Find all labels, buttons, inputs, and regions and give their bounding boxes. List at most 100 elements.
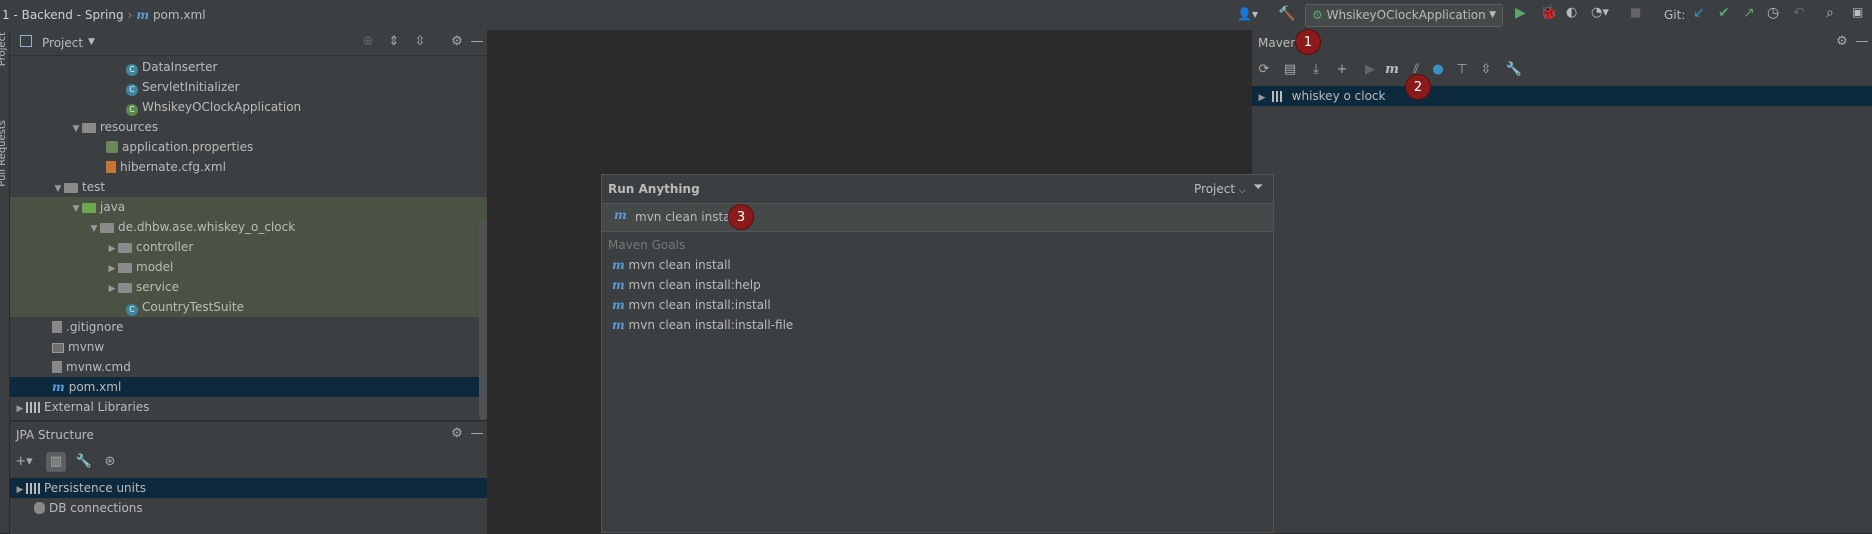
- maven-icon: m: [52, 380, 65, 394]
- tree-item[interactable]: C DataInserter: [10, 57, 487, 77]
- download-icon[interactable]: ⤓: [1306, 60, 1326, 80]
- git-update-icon[interactable]: ↙: [1693, 5, 1705, 21]
- coverage-icon[interactable]: ◐: [1566, 5, 1577, 20]
- breadcrumb-file[interactable]: pom.xml: [153, 8, 206, 22]
- chevron-down-icon: ▼: [1489, 10, 1496, 20]
- chevron-right-icon[interactable]: ▶: [106, 259, 118, 279]
- chevron-down-icon[interactable]: ▼: [52, 179, 64, 199]
- goal-item[interactable]: m mvn clean install: [612, 255, 731, 275]
- spring-config-icon: ⚙: [1312, 8, 1323, 22]
- add-icon[interactable]: +▾: [14, 452, 34, 472]
- add-icon[interactable]: +: [1332, 60, 1352, 80]
- tree-item[interactable]: ▶ controller: [10, 237, 487, 257]
- tree-item[interactable]: ▼ de.dhbw.ase.whiskey_o_clock: [10, 217, 487, 237]
- goal-item[interactable]: m mvn clean install:help: [612, 275, 761, 295]
- gear-icon[interactable]: ⚙: [447, 32, 467, 52]
- maven-goals-section: Maven Goals: [608, 238, 686, 252]
- locate-file-icon[interactable]: ⊕: [358, 32, 378, 52]
- tree-item[interactable]: ▼ resources: [10, 117, 487, 137]
- git-push-icon[interactable]: ↗: [1743, 5, 1755, 21]
- db-connections-item[interactable]: DB connections: [10, 498, 487, 518]
- class-icon: C: [126, 304, 138, 316]
- project-panel-title[interactable]: Project: [42, 36, 83, 50]
- rollback-icon[interactable]: ↶: [1793, 5, 1805, 21]
- chevron-down-icon[interactable]: ▼: [70, 199, 82, 219]
- run-icon[interactable]: ▶: [1360, 60, 1380, 80]
- chevron-down-icon[interactable]: ▼: [88, 219, 100, 239]
- tree-item[interactable]: hibernate.cfg.xml: [10, 157, 487, 177]
- reload-icon[interactable]: ⟳: [1254, 60, 1274, 80]
- filter-icon[interactable]: ⏷: [1253, 180, 1263, 195]
- tree-item[interactable]: ▼ test: [10, 177, 487, 197]
- chevron-down-icon: ⌵: [1238, 186, 1246, 196]
- tree-item[interactable]: mvnw: [10, 337, 487, 357]
- spring-leaf-icon: [106, 141, 118, 153]
- class-icon: C: [126, 84, 138, 96]
- tree-item[interactable]: C WhsikeyOClockApplication: [10, 97, 487, 117]
- tree-item-selected[interactable]: m pom.xml: [10, 377, 487, 397]
- libraries-view-icon[interactable]: ▥: [46, 452, 66, 472]
- run-icon[interactable]: ▶: [1515, 5, 1526, 21]
- debug-icon[interactable]: 🐞: [1540, 5, 1557, 21]
- xml-file-icon: [106, 161, 116, 173]
- goal-item[interactable]: m mvn clean install:install-file: [612, 315, 793, 335]
- package-icon: [118, 263, 132, 273]
- build-hammer-icon[interactable]: 🔨: [1278, 6, 1295, 22]
- tree-item[interactable]: ▶ service: [10, 277, 487, 297]
- profiler-icon[interactable]: ◔▾: [1591, 5, 1609, 20]
- chevron-right-icon[interactable]: ▶: [106, 239, 118, 259]
- project-panel: Project ▼ ⊕ ⇕ ⇳ ⚙ — C DataInserter C Servl…: [10, 30, 487, 420]
- tree-item[interactable]: mvnw.cmd: [10, 357, 487, 377]
- chevron-right-icon[interactable]: ▶: [1256, 88, 1268, 108]
- annotation-badge-1: 1: [1295, 29, 1321, 55]
- wrench-icon[interactable]: 🔧: [1504, 60, 1524, 80]
- run-configuration-select[interactable]: ⚙ WhsikeyOClockApplication ▼: [1305, 4, 1503, 27]
- jpa-panel-title: JPA Structure: [16, 428, 94, 442]
- user-icon[interactable]: 👤▾: [1237, 7, 1258, 21]
- tree-item[interactable]: application.properties: [10, 137, 487, 157]
- project-panel-header: Project ▼ ⊕ ⇕ ⇳ ⚙ —: [10, 30, 487, 56]
- hide-panel-icon[interactable]: —: [1852, 32, 1872, 52]
- pull-requests-tool-tab[interactable]: Pull Requests: [0, 120, 8, 187]
- chevron-down-icon[interactable]: ▼: [88, 37, 95, 47]
- run-anything-search[interactable]: m mvn clean install: [602, 203, 1273, 232]
- collapse-all-icon[interactable]: ⇳: [410, 32, 430, 52]
- hide-panel-icon[interactable]: —: [467, 424, 487, 444]
- run-anything-input[interactable]: mvn clean install: [635, 210, 737, 224]
- skip-tests-icon[interactable]: ●: [1428, 60, 1448, 80]
- maven-project-item[interactable]: ▶ whiskey o clock: [1252, 86, 1872, 106]
- goal-item[interactable]: m mvn clean install:install: [612, 295, 771, 315]
- tree-item[interactable]: C CountryTestSuite: [10, 297, 487, 317]
- gear-icon[interactable]: ⚙: [1832, 32, 1852, 52]
- history-icon[interactable]: ◷: [1767, 5, 1779, 21]
- package-icon: [118, 243, 132, 253]
- breadcrumb-project[interactable]: 1 - Backend - Spring: [2, 8, 124, 22]
- stop-icon[interactable]: ■: [1630, 5, 1641, 19]
- chevron-down-icon[interactable]: ▼: [70, 119, 82, 139]
- collapse-all-icon[interactable]: ⇳: [1476, 60, 1496, 80]
- target-icon[interactable]: ⊛: [100, 452, 120, 472]
- persistence-units-item[interactable]: ▶ Persistence units: [10, 478, 487, 498]
- ide-settings-icon[interactable]: ▣: [1852, 5, 1863, 19]
- tree-item[interactable]: C ServletInitializer: [10, 77, 487, 97]
- search-icon[interactable]: ⌕: [1826, 5, 1834, 21]
- tree-item[interactable]: ▶ model: [10, 257, 487, 277]
- chevron-right-icon[interactable]: ▶: [14, 480, 26, 500]
- chevron-right-icon[interactable]: ▶: [106, 279, 118, 299]
- git-commit-icon[interactable]: ✔: [1718, 5, 1730, 21]
- tree-item[interactable]: ▶ External Libraries: [10, 397, 487, 417]
- project-scrollbar[interactable]: [479, 220, 487, 420]
- show-dependencies-icon[interactable]: ⊤: [1452, 60, 1472, 80]
- scope-select[interactable]: Project ⌵: [1194, 182, 1246, 196]
- expand-all-icon[interactable]: ⇕: [384, 32, 404, 52]
- gear-icon[interactable]: ⚙: [447, 424, 467, 444]
- wrench-icon[interactable]: 🔧: [74, 452, 94, 472]
- tree-item[interactable]: ▼ java: [10, 197, 487, 217]
- project-tool-tab[interactable]: Project: [0, 32, 8, 66]
- generate-sources-icon[interactable]: ▤: [1280, 60, 1300, 80]
- maven-icon: m: [612, 278, 625, 292]
- chevron-right-icon[interactable]: ▶: [14, 399, 26, 419]
- hide-panel-icon[interactable]: —: [467, 32, 487, 52]
- execute-maven-goal-icon[interactable]: m: [1382, 60, 1402, 80]
- tree-item[interactable]: .gitignore: [10, 317, 487, 337]
